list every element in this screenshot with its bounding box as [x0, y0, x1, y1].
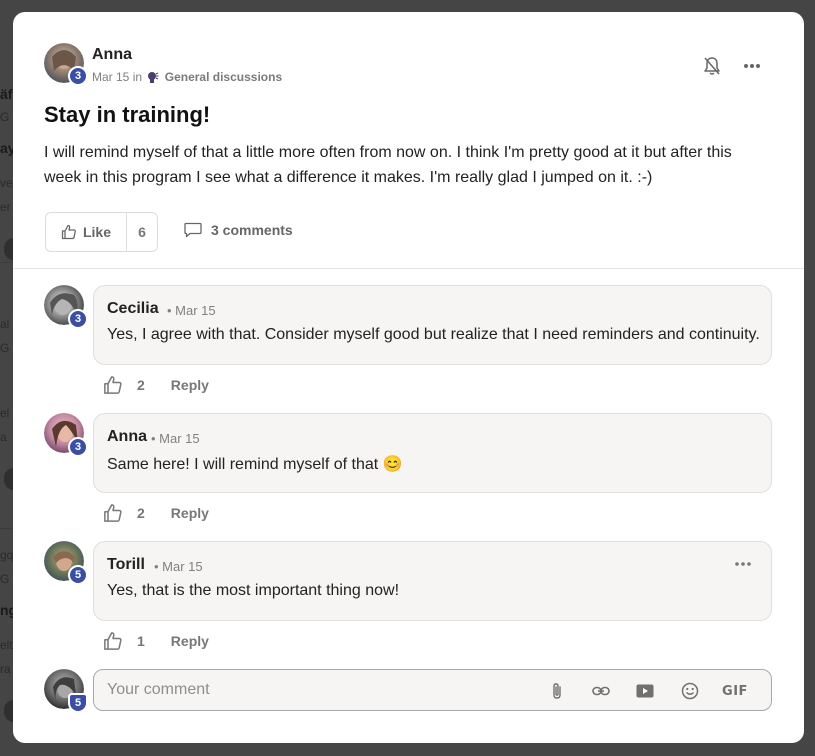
- video-icon[interactable]: [634, 680, 656, 702]
- comment-avatar[interactable]: 5: [44, 541, 88, 585]
- comment-author[interactable]: Cecilia: [107, 300, 159, 318]
- comment-actions: 1 Reply: [103, 629, 209, 653]
- comment-actions: 2 Reply: [103, 501, 209, 525]
- reply-button[interactable]: Reply: [171, 377, 209, 393]
- comment-avatar[interactable]: 3: [44, 413, 88, 457]
- comment-text: Yes, I agree with that. Consider myself …: [107, 326, 760, 343]
- backdrop-fragment: G: [0, 572, 10, 586]
- comment-text: Same here! I will remind myself of that: [107, 456, 379, 473]
- level-badge: 5: [68, 693, 88, 713]
- more-horizontal-icon[interactable]: [733, 560, 753, 568]
- current-user-avatar: 5: [44, 669, 88, 713]
- post-body: I will remind myself of that a little mo…: [44, 144, 732, 186]
- more-horizontal-icon[interactable]: [741, 55, 763, 77]
- thumbs-up-icon[interactable]: [103, 631, 123, 651]
- backdrop-fragment: elt: [0, 638, 13, 652]
- backdrop-fragment: äf: [0, 86, 13, 102]
- backdrop-fragment: ng: [0, 602, 14, 618]
- backdrop-fragment: ra: [0, 662, 11, 676]
- comments-button[interactable]: 3 comments: [184, 222, 293, 238]
- smiling-face-emoji: 😊: [382, 456, 403, 473]
- level-badge: 5: [68, 565, 88, 585]
- backdrop-fragment: ve: [0, 176, 13, 190]
- backdrop-fragment: gq: [0, 548, 14, 562]
- backdrop-fragment: el: [0, 406, 10, 420]
- comment-avatar[interactable]: 3: [44, 285, 88, 329]
- comments-label: 3 comments: [211, 222, 293, 238]
- backdrop-fragment: a: [0, 430, 7, 444]
- reply-button[interactable]: Reply: [171, 505, 209, 521]
- comment-like-count[interactable]: 1: [137, 633, 145, 649]
- backdrop-fragment: ay: [0, 140, 14, 156]
- comment-date: • Mar 15: [151, 431, 200, 446]
- backdrop-fragment: er s: [0, 200, 14, 214]
- comment-author[interactable]: Torill: [107, 556, 145, 574]
- comment-bubble: Torill • Mar 15 Yes, that is the most im…: [93, 541, 772, 621]
- like-control: Like 6: [45, 212, 158, 252]
- comment-actions: 2 Reply: [103, 373, 209, 397]
- post-header: 3 Anna Mar 15 in General discussions: [44, 43, 773, 87]
- emoji-icon[interactable]: [679, 680, 701, 702]
- post-date: Mar 15: [92, 70, 130, 84]
- paperclip-icon[interactable]: [546, 680, 568, 702]
- category-link[interactable]: General discussions: [165, 70, 282, 84]
- divider: [13, 268, 804, 269]
- author-name[interactable]: Anna: [92, 46, 132, 64]
- comment-date: • Mar 15: [154, 559, 203, 574]
- backdrop-fragment: al: [0, 317, 10, 331]
- backdrop-divider: [0, 262, 13, 263]
- level-badge: 3: [68, 437, 88, 457]
- post-meta: Mar 15 in General discussions: [92, 70, 282, 84]
- comment-date: • Mar 15: [167, 303, 216, 318]
- in-label: in: [132, 70, 143, 84]
- level-badge: 3: [68, 309, 88, 329]
- backdrop-divider: [0, 528, 13, 529]
- comment-icon: [184, 222, 202, 238]
- comment-like-count[interactable]: 2: [137, 377, 145, 393]
- comment-placeholder: Your comment: [107, 681, 210, 698]
- level-badge: 3: [68, 66, 88, 86]
- like-count[interactable]: 6: [127, 224, 157, 240]
- backdrop-fragment: G: [0, 110, 10, 124]
- speaking-head-icon: [148, 72, 159, 83]
- thumbs-up-icon[interactable]: [103, 375, 123, 395]
- comment-bubble: Cecilia • Mar 15 Yes, I agree with that.…: [93, 285, 772, 365]
- comment-like-count[interactable]: 2: [137, 505, 145, 521]
- bell-off-icon[interactable]: [701, 55, 723, 77]
- comment-bubble: Anna • Mar 15 Same here! I will remind m…: [93, 413, 772, 493]
- author-avatar[interactable]: 3: [44, 43, 88, 86]
- thumbs-up-icon[interactable]: [103, 503, 123, 523]
- like-label: Like: [82, 224, 111, 240]
- comment-composer: 5 Your comment GIF: [44, 669, 772, 713]
- comment-text-line: Same here! I will remind myself of that …: [107, 454, 403, 474]
- comment-author[interactable]: Anna: [107, 428, 147, 446]
- comment-input[interactable]: Your comment GIF: [93, 669, 772, 711]
- like-button[interactable]: Like: [46, 213, 127, 251]
- post-title: Stay in training!: [44, 102, 211, 127]
- backdrop-fragment: G: [0, 341, 10, 355]
- reply-button[interactable]: Reply: [171, 633, 209, 649]
- link-icon[interactable]: [590, 680, 612, 702]
- gif-icon[interactable]: GIF: [720, 680, 750, 702]
- comment-text: Yes, that is the most important thing no…: [107, 582, 400, 599]
- post-modal: 3 Anna Mar 15 in General discussions Sta…: [13, 12, 804, 743]
- thumbs-up-icon: [61, 224, 76, 240]
